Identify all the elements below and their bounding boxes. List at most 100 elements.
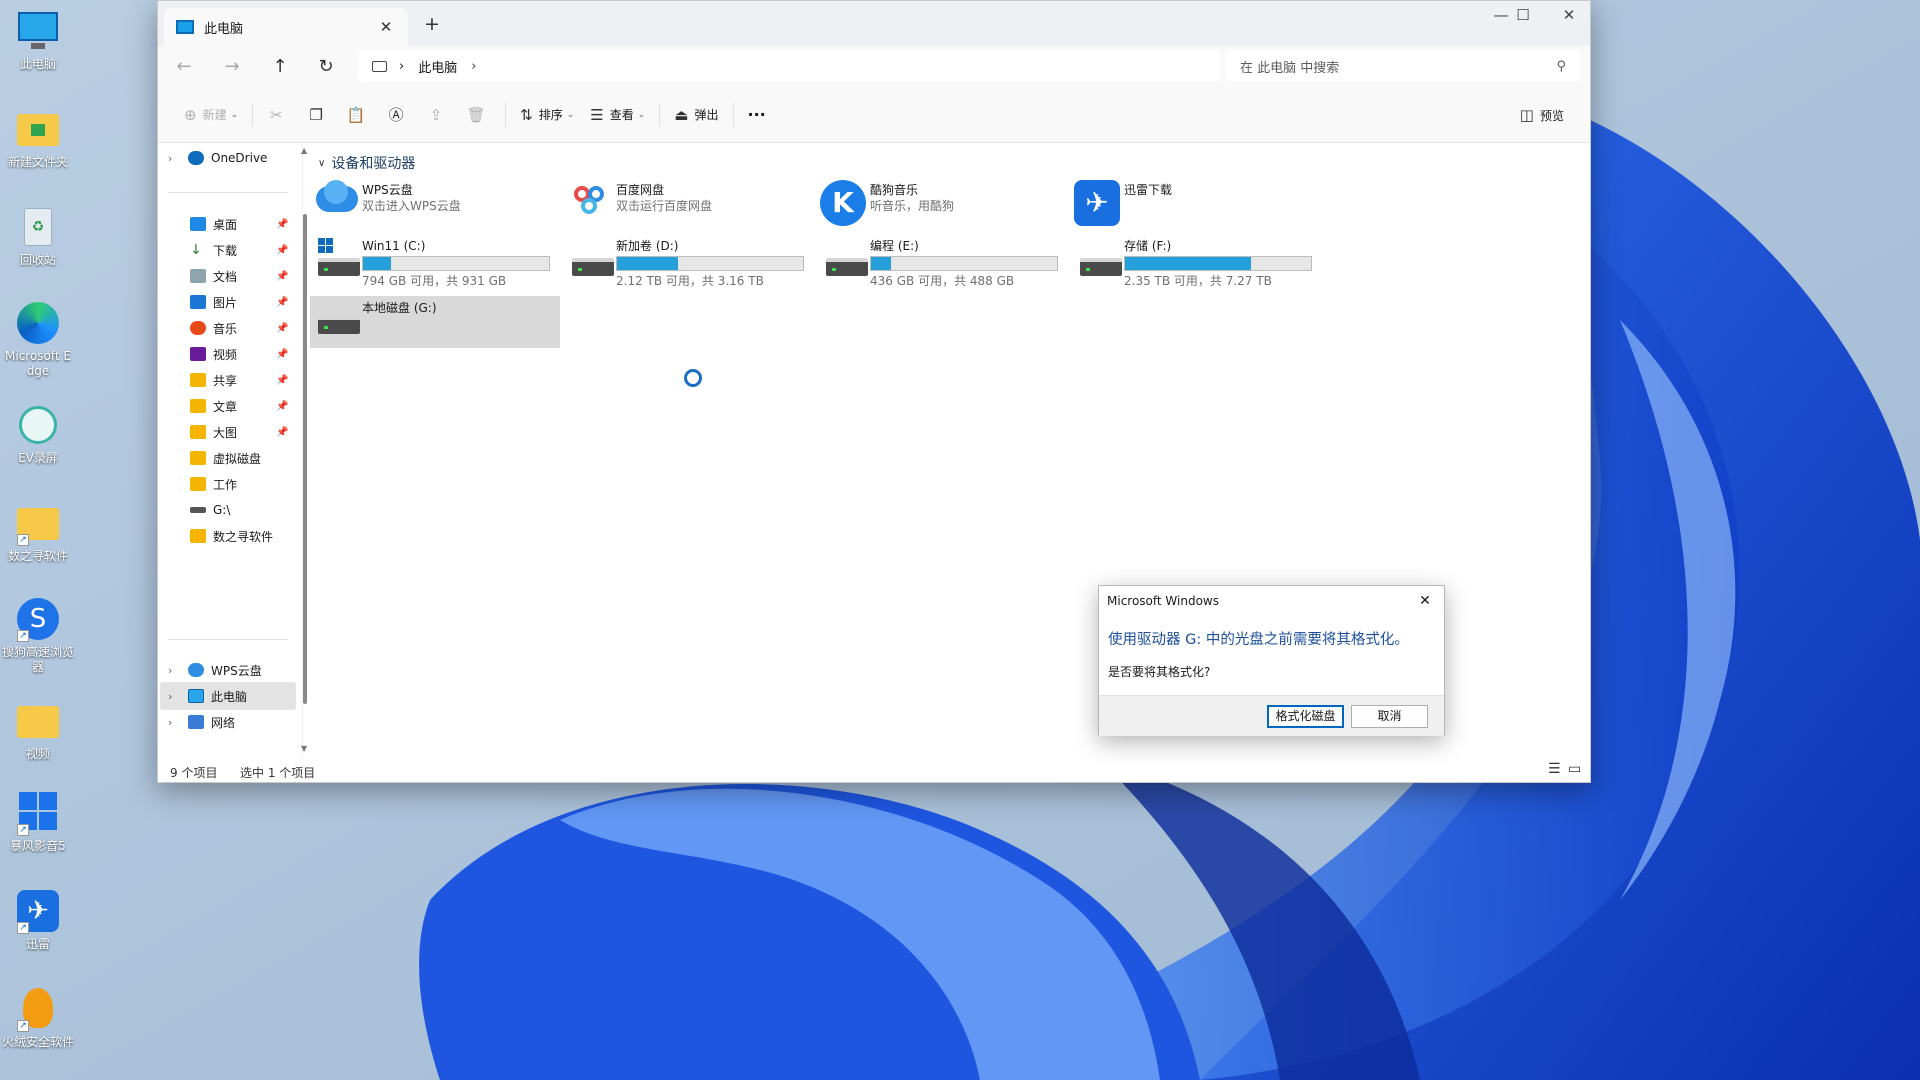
tab-this-pc[interactable]: 此电脑 ✕ <box>164 8 408 46</box>
details-view-icon[interactable]: ☰ <box>1548 761 1561 777</box>
share-button[interactable]: ⇪ <box>419 99 459 131</box>
app-tile-baidu-netdisk[interactable]: 百度网盘 双击运行百度网盘 <box>564 178 814 230</box>
paste-button[interactable]: 📋 <box>339 99 379 131</box>
sidebar-item-pictures[interactable]: 图片 📌 <box>160 288 296 316</box>
desktop-icon-ev-recorder[interactable]: EV录屏 <box>2 402 74 466</box>
sidebar-item-wps-cloud[interactable]: › WPS云盘 <box>160 656 296 684</box>
pin-icon[interactable]: 📌 <box>276 297 290 308</box>
cancel-button[interactable]: 取消 <box>1351 705 1428 728</box>
pin-icon[interactable]: 📌 <box>276 219 290 230</box>
pin-icon[interactable]: 📌 <box>276 401 290 412</box>
desktop-icon-huorong[interactable]: ↗ 火绒安全软件 <box>2 986 74 1050</box>
sidebar-item-label: 文章 <box>213 399 238 414</box>
scrollbar-thumb[interactable] <box>303 214 307 704</box>
sidebar-item-documents[interactable]: 文档 📌 <box>160 262 296 290</box>
drive-name: 存储 (F:) <box>1124 239 1172 253</box>
pin-icon[interactable]: 📌 <box>276 427 290 438</box>
desktop-icon-xunlei[interactable]: ✈ ↗ 迅雷 <box>2 888 74 952</box>
sidebar-item-music[interactable]: 音乐 📌 <box>160 314 296 342</box>
desktop-icon-recycle-bin[interactable]: ♻ 回收站 <box>2 204 74 268</box>
drive-tile-c[interactable]: Win11 (C:) 794 GB 可用，共 931 GB <box>310 234 560 288</box>
dialog-footer: 格式化磁盘 取消 <box>1099 695 1444 736</box>
sidebar-item-network[interactable]: › 网络 <box>160 708 296 736</box>
drive-tile-d[interactable]: 新加卷 (D:) 2.12 TB 可用，共 3.16 TB <box>564 234 814 288</box>
chevron-right-icon[interactable]: › <box>168 152 184 165</box>
drive-tile-g[interactable]: 本地磁盘 (G:) <box>310 296 560 348</box>
sidebar-item-label: OneDrive <box>211 151 268 165</box>
desktop-icon-video[interactable]: 视频 <box>2 698 74 762</box>
pin-icon[interactable]: 📌 <box>276 375 290 386</box>
sidebar-item-this-pc[interactable]: › 此电脑 <box>160 682 296 710</box>
desktop-icon-sogou-browser[interactable]: S ↗ 搜狗高速浏览器 <box>2 596 74 675</box>
drive-tile-e[interactable]: 编程 (E:) 436 GB 可用，共 488 GB <box>818 234 1068 288</box>
breadcrumb-item-this-pc[interactable]: 此电脑 <box>418 57 457 76</box>
group-header[interactable]: ∨ 设备和驱动器 <box>318 153 415 173</box>
refresh-icon[interactable]: ↻ <box>310 52 342 82</box>
desktop-icon-this-pc[interactable]: 此电脑 <box>2 8 74 72</box>
desktop-icon-edge[interactable]: Microsoft Edge <box>2 300 74 379</box>
sidebar-item-drive-g[interactable]: G:\ <box>160 496 296 524</box>
scroll-up-icon[interactable]: ▲ <box>301 146 307 155</box>
breadcrumb-separator-icon[interactable]: › <box>471 59 476 74</box>
toolbar-divider <box>732 102 734 127</box>
view-button[interactable]: ☰ 查看 ⌄ <box>582 99 653 131</box>
app-tile-kugou-music[interactable]: K 酷狗音乐 听音乐，用酷狗 <box>818 178 1068 230</box>
app-subtitle: 双击运行百度网盘 <box>616 199 713 213</box>
folder-icon: ↗ <box>15 500 61 546</box>
search-box[interactable]: 在 此电脑 中搜索 ⚲ <box>1226 50 1580 82</box>
breadcrumb[interactable]: › 此电脑 › <box>358 50 1220 82</box>
sidebar-item-shuzhixun[interactable]: 数之寻软件 <box>160 522 296 550</box>
breadcrumb-separator-icon[interactable]: › <box>399 59 404 74</box>
desktop-icon-new-folder[interactable]: 新建文件夹 <box>2 106 74 170</box>
sidebar-item-large-images[interactable]: 大图 📌 <box>160 418 296 446</box>
dialog-close-icon[interactable]: ✕ <box>1414 590 1436 612</box>
pin-icon[interactable]: 📌 <box>276 323 290 334</box>
item-count: 9 个项目 <box>170 766 218 780</box>
scroll-down-icon[interactable]: ▼ <box>301 744 307 753</box>
app-tile-wps-cloud[interactable]: WPS云盘 双击进入WPS云盘 <box>310 178 560 230</box>
tiles-view-icon[interactable]: ▭ <box>1568 761 1581 777</box>
more-options-button[interactable]: ··· <box>740 99 774 131</box>
rename-button[interactable]: Ⓐ <box>379 99 419 131</box>
tab-close-icon[interactable]: ✕ <box>376 18 396 36</box>
chevron-right-icon[interactable]: › <box>168 690 184 703</box>
back-arrow-icon[interactable]: ← <box>168 52 200 82</box>
app-tile-xunlei[interactable]: ✈ 迅雷下载 <box>1072 178 1322 230</box>
chevron-right-icon[interactable]: › <box>168 716 184 729</box>
cut-button[interactable]: ✂ <box>259 99 299 131</box>
sidebar-item-work[interactable]: 工作 <box>160 470 296 498</box>
folder-icon <box>190 399 206 413</box>
wps-cloud-icon <box>310 178 362 230</box>
desktop-icon-baofeng[interactable]: ↗ 暴风影音5 <box>2 790 74 854</box>
delete-button[interactable]: 🗑 <box>459 99 499 131</box>
sidebar-item-virtual-disk[interactable]: 虚拟磁盘 <box>160 444 296 472</box>
forward-arrow-icon[interactable]: → <box>216 52 248 82</box>
close-window-button[interactable]: ✕ <box>1546 1 1590 31</box>
sidebar-scrollbar[interactable]: ▲ ▼ <box>301 144 309 757</box>
sort-icon: ⇅ <box>520 105 533 124</box>
maximize-button[interactable]: ☐ <box>1500 1 1546 31</box>
chevron-down-icon[interactable]: ∨ <box>318 158 325 169</box>
sidebar-item-downloads[interactable]: ↓ 下载 📌 <box>160 236 296 264</box>
chevron-right-icon[interactable]: › <box>168 664 184 677</box>
eject-button[interactable]: ⏏ 弹出 <box>666 99 726 131</box>
view-list-icon: ☰ <box>590 105 604 124</box>
drive-tile-f[interactable]: 存储 (F:) 2.35 TB 可用，共 7.27 TB <box>1072 234 1322 288</box>
sidebar-item-onedrive[interactable]: › OneDrive <box>160 144 296 172</box>
sidebar-item-videos[interactable]: 视频 📌 <box>160 340 296 368</box>
pin-icon[interactable]: 📌 <box>276 349 290 360</box>
new-tab-button[interactable]: + <box>420 13 444 37</box>
sidebar-item-desktop[interactable]: 桌面 📌 <box>160 210 296 238</box>
format-disk-button[interactable]: 格式化磁盘 <box>1267 705 1344 728</box>
pin-icon[interactable]: 📌 <box>276 245 290 256</box>
drive-usage-bar <box>1124 256 1312 271</box>
sort-button[interactable]: ⇅ 排序 ⌄ <box>512 99 582 131</box>
pin-icon[interactable]: 📌 <box>276 271 290 282</box>
sidebar-item-shared[interactable]: 共享 📌 <box>160 366 296 394</box>
up-arrow-icon[interactable]: ↑ <box>264 52 296 82</box>
preview-pane-button[interactable]: ◫ 预览 <box>1512 99 1572 131</box>
new-button[interactable]: ⊕ 新建 ⌄ <box>176 99 246 131</box>
sidebar-item-articles[interactable]: 文章 📌 <box>160 392 296 420</box>
copy-button[interactable]: ❐ <box>299 99 339 131</box>
desktop-icon-shuzhixun[interactable]: ↗ 数之寻软件 <box>2 500 74 564</box>
